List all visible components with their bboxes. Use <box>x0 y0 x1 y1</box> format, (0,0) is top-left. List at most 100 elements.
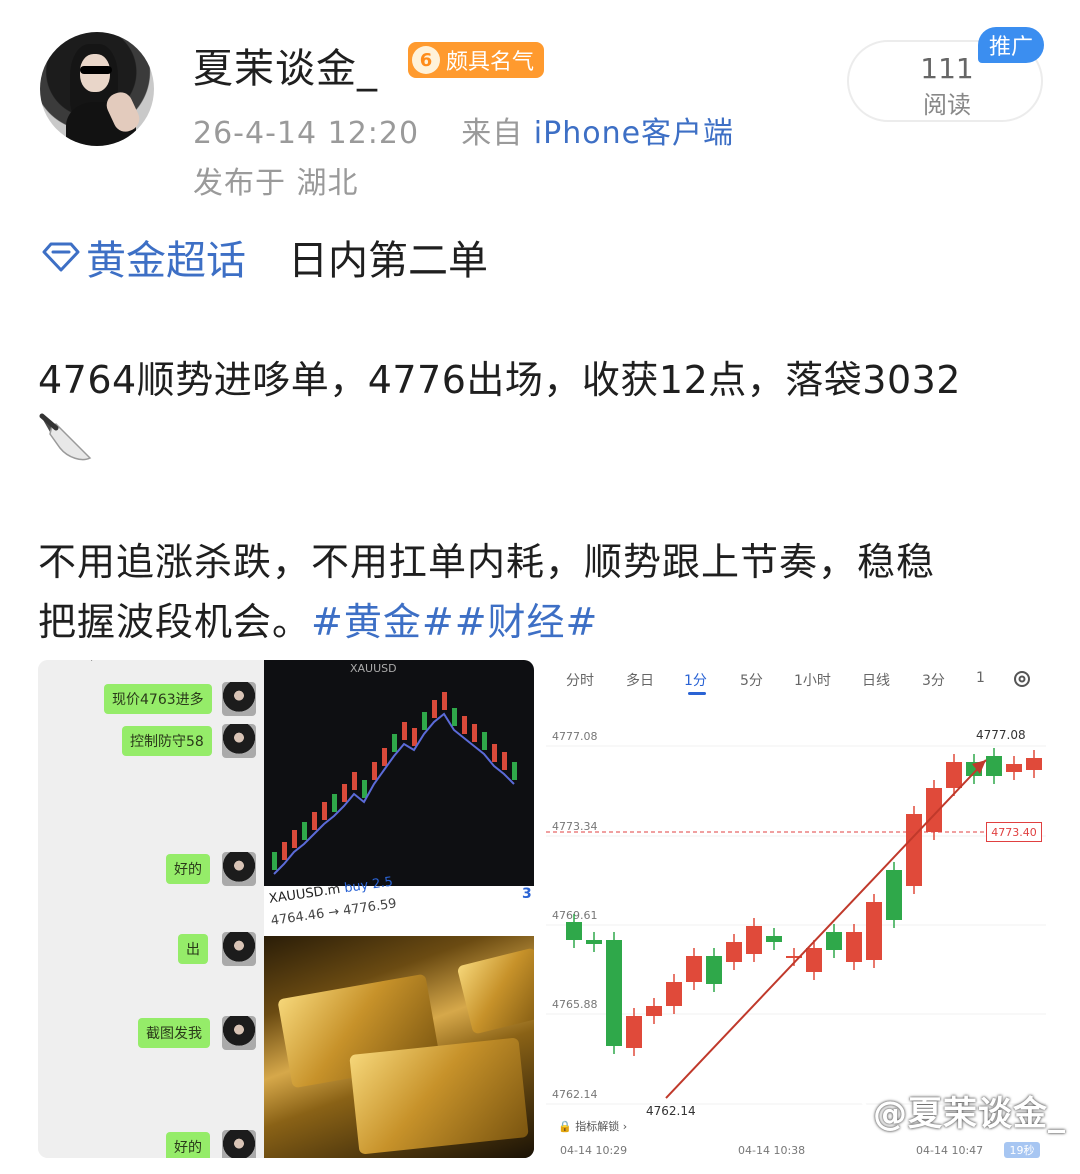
candle-body <box>946 762 962 788</box>
candle-body <box>626 1016 642 1048</box>
post-text-line1: 4764顺势进哆单，4776出场，收获12点，落袋3032 <box>38 358 961 402</box>
candle-body <box>566 922 582 940</box>
candle-body <box>906 814 922 886</box>
candle-body <box>746 926 762 954</box>
chat-time: · <box>90 660 94 667</box>
candle-body <box>666 982 682 1006</box>
chat-screenshot: · 现价4763进多 控制防守58 好的 出 截图发我 好的 <box>38 660 264 1158</box>
x-axis-label: 04-14 10:38 <box>738 1144 806 1157</box>
mini-candle <box>502 752 507 770</box>
candle-body <box>586 940 602 944</box>
topic-link[interactable]: 黄金超话 <box>86 228 246 286</box>
post-meta: 26-4-14 12:20 来自 iPhone客户端 <box>193 108 734 152</box>
mini-candle <box>272 852 277 870</box>
mini-candle <box>462 716 467 734</box>
username[interactable]: 夏茉谈金_ <box>193 36 378 94</box>
mini-candle <box>352 772 357 790</box>
chat-avatar <box>222 724 256 758</box>
read-label: 阅读 <box>923 91 971 119</box>
post-text-line2: 不用追涨杀跌，不用扛单内耗，顺势跟上节奏，稳稳 <box>38 540 936 584</box>
low-price-label: 4762.14 <box>646 1104 696 1118</box>
mini-candle <box>412 728 417 746</box>
mini-candle <box>482 732 487 750</box>
post-image-2[interactable]: 分时 多日 1分 5分 1小时 日线 3分 1 4777.08 4773.34 … <box>546 660 1046 1158</box>
chat-bubble: 好的 <box>166 1132 210 1158</box>
mini-candle <box>392 734 397 752</box>
current-price-tag: 4773.40 <box>986 822 1042 842</box>
gold-bars-photo <box>264 936 534 1158</box>
trade-card: XAUUSD.m buy 2.5 4764.46 → 4776.59 3 <box>264 875 534 938</box>
promote-badge[interactable]: 推广 <box>978 27 1044 63</box>
mini-candle <box>422 712 427 730</box>
candlestick-chart <box>546 745 1046 1105</box>
candle-body <box>806 948 822 972</box>
candle-body <box>686 956 702 982</box>
hashtag-links[interactable]: #黄金##财经# <box>311 600 598 644</box>
badge-label: 颇具名气 <box>446 50 535 75</box>
indicator-unlock[interactable]: 🔒 指标解锁 › <box>558 1118 627 1134</box>
mini-candle <box>432 700 437 718</box>
source-prefix: 来自 <box>461 116 524 151</box>
mini-candle <box>382 748 387 766</box>
topic-subtitle: 日内第二单 <box>288 238 488 284</box>
post-image-1[interactable]: · 现价4763进多 控制防守58 好的 出 截图发我 好的 XAUUSD XA… <box>38 660 534 1158</box>
mini-candle-chart <box>272 692 517 875</box>
chat-bubble: 现价4763进多 <box>104 684 212 714</box>
knife-icon <box>39 413 92 461</box>
candle-body <box>766 936 782 942</box>
topic-line: 黄金超话 日内第二单 <box>40 228 488 286</box>
chat-bubble: 出 <box>178 934 208 964</box>
chat-bubble: 好的 <box>166 854 210 884</box>
reputation-badge[interactable]: 6 颇具名气 <box>408 42 545 78</box>
mini-candle <box>402 722 407 740</box>
weibo-logo-icon <box>839 1099 868 1121</box>
mini-candle <box>292 830 297 848</box>
candle-body <box>1006 764 1022 772</box>
post-location: 发布于 湖北 <box>193 166 359 201</box>
source-link[interactable]: iPhone客户端 <box>534 116 734 151</box>
chat-avatar <box>222 1016 256 1050</box>
trend-arrow-line <box>665 759 987 1099</box>
high-price-label: 4777.08 <box>976 728 1026 742</box>
candle-body <box>826 932 842 950</box>
mini-candle <box>312 812 317 830</box>
mini-candle <box>282 842 287 860</box>
mini-candle <box>492 744 497 762</box>
candle-body <box>726 942 742 962</box>
x-axis-label: 04-14 10:47 <box>916 1144 984 1157</box>
candle-body <box>606 940 622 1046</box>
mini-candle <box>442 692 447 710</box>
mini-candle <box>472 724 477 742</box>
weibo-watermark: @夏茉谈金_ <box>835 1086 1066 1135</box>
trading-screenshot: XAUUSD XAUUSD.m buy 2.5 4764.46 → 4776.5… <box>264 660 534 1158</box>
watermark-text: @夏茉谈金_ <box>873 1094 1066 1134</box>
chat-avatar <box>222 852 256 886</box>
candle-body <box>866 902 882 960</box>
chat-avatar <box>222 932 256 966</box>
chat-bubble: 截图发我 <box>138 1018 210 1048</box>
mini-candle <box>302 822 307 840</box>
diamond-icon <box>42 242 80 272</box>
medal-icon: 6 <box>412 46 440 74</box>
mini-candle <box>332 794 337 812</box>
post-text-line3: 把握波段机会。 <box>38 600 312 644</box>
candle-body <box>646 1006 662 1016</box>
chat-bubble: 控制防守58 <box>122 726 212 756</box>
avatar[interactable] <box>40 32 154 146</box>
trade-index: 3 <box>522 886 532 902</box>
candle-body <box>886 870 902 920</box>
chat-avatar <box>222 1130 256 1158</box>
mini-candle <box>512 762 517 780</box>
mini-candle <box>372 762 377 780</box>
mini-candle <box>342 784 347 802</box>
x-axis-label: 04-14 10:29 <box>560 1144 628 1157</box>
candle-body <box>986 756 1002 776</box>
post-datetime: 26-4-14 12:20 <box>193 116 420 151</box>
countdown-badge: 19秒 <box>1004 1142 1040 1158</box>
mini-candle <box>322 802 327 820</box>
mini-candle <box>362 780 367 798</box>
candle-body <box>846 932 862 962</box>
post-text-body: 不用追涨杀跌，不用扛单内耗，顺势跟上节奏，稳稳 把握波段机会。#黄金##财经# <box>38 532 1058 652</box>
candle-body <box>1026 758 1042 770</box>
candle-body <box>706 956 722 984</box>
